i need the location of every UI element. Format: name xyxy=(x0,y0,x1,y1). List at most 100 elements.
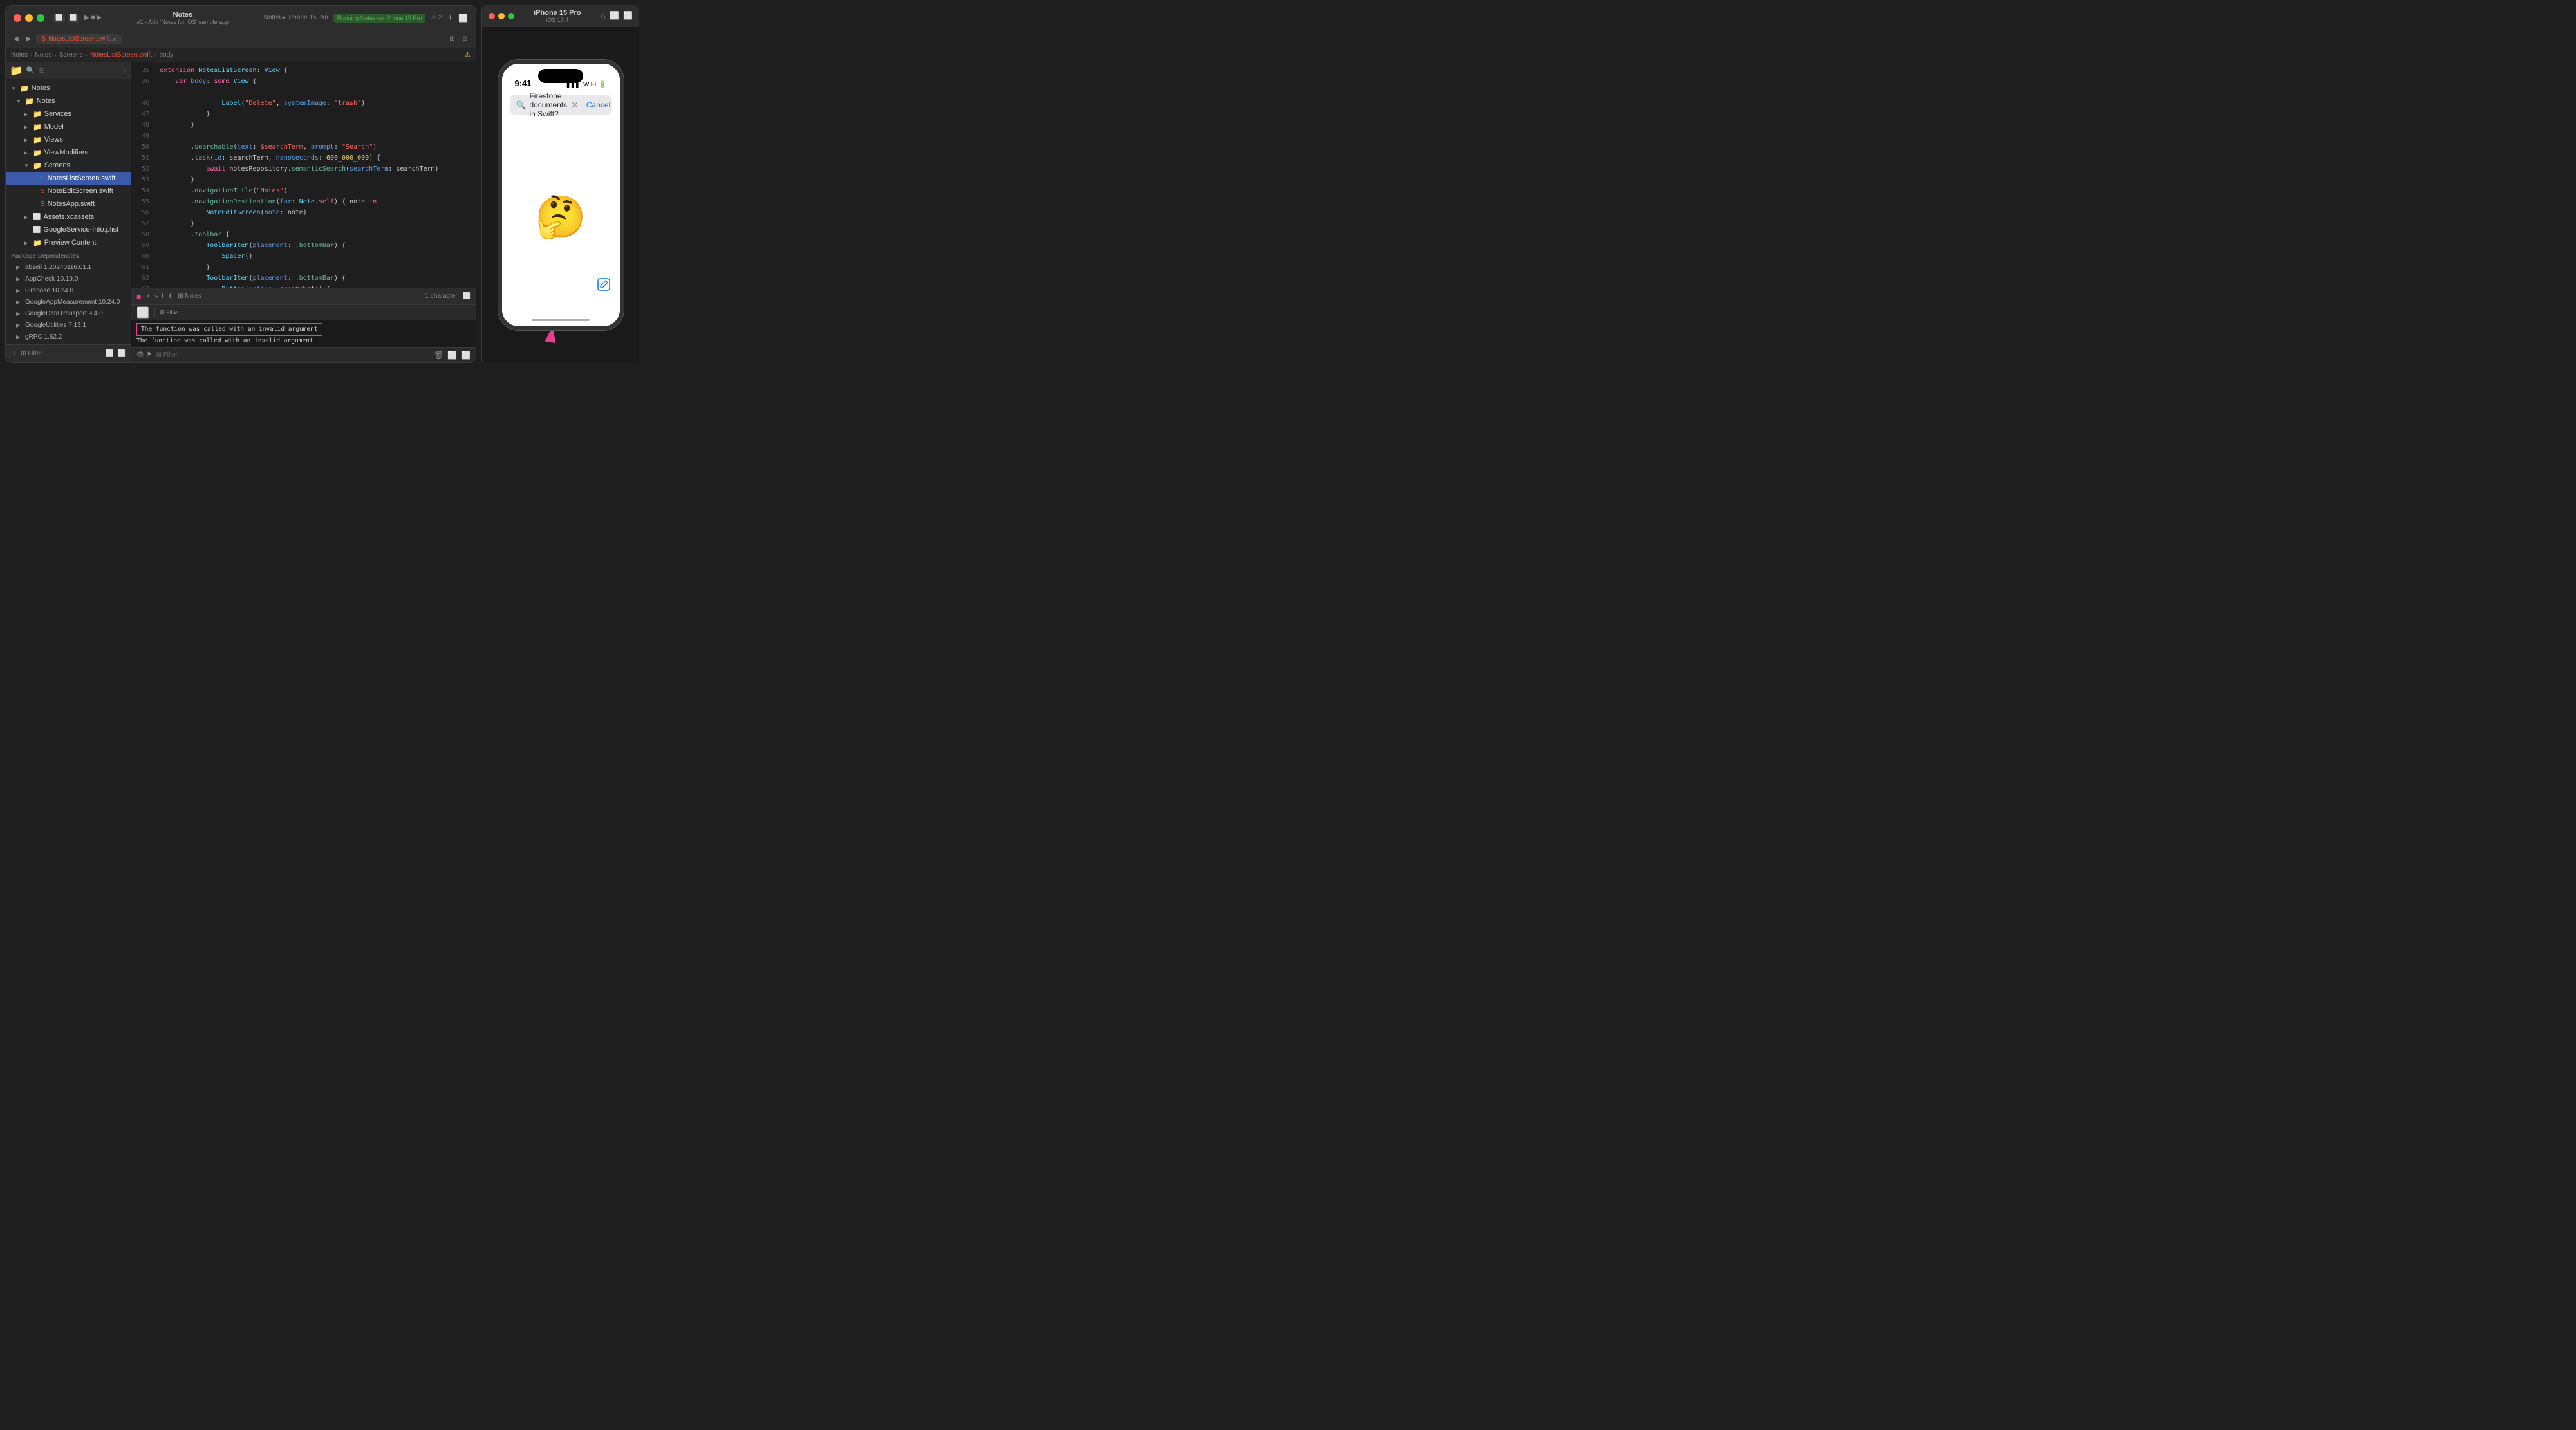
search-field-text[interactable]: Firestone documents in Swift? xyxy=(529,91,567,118)
battery-icon: 🔋 xyxy=(599,81,606,88)
pkg-google-dt[interactable]: ▶GoogleDataTransport 9.4.0 xyxy=(6,308,131,319)
pkg-google-meas[interactable]: ▶GoogleAppMeasurement 10.24.0 xyxy=(6,296,131,308)
pkg-grpc[interactable]: ▶gRPC 1.62.2 xyxy=(6,331,131,342)
viewmodifiers-icon: 📁 xyxy=(33,149,42,157)
screens-label: Screens xyxy=(44,162,70,169)
views-item[interactable]: ▶ 📁 Views xyxy=(6,133,131,146)
preview-content-item[interactable]: ▶ 📁 Preview Content xyxy=(6,236,131,249)
pkg-google-util[interactable]: ▶GoogleUtilities 7.13.1 xyxy=(6,319,131,331)
code-editor: 3536464748495051525354555657585960616263… xyxy=(131,62,476,362)
simulator-panel: iPhone 15 Pro iOS 17.4 ⌂ ⬜ ⬜ xyxy=(481,5,639,363)
main-content: 📁 🔍 ⊞ + ▼ 📁 Notes ▼ 📁 Notes xyxy=(6,62,476,362)
notes-list-label: NotesListScreen.swift xyxy=(48,174,116,182)
code-text[interactable]: extension NotesListScreen: View { var bo… xyxy=(154,62,476,288)
tab-close[interactable]: × xyxy=(113,36,116,42)
pkg-abseil[interactable]: ▶abseil 1.20240116.01.1 xyxy=(6,261,131,273)
fullscreen-button[interactable] xyxy=(37,14,44,22)
clear-console[interactable]: ⬜ xyxy=(136,306,149,319)
char-count: 1 character xyxy=(425,293,458,300)
preview-label: Preview Content xyxy=(44,239,97,246)
scheme-selector[interactable]: Notes ▸ iPhone 15 Pro xyxy=(264,14,328,21)
add-item-button[interactable]: + xyxy=(11,348,17,360)
back-button[interactable]: ◀ xyxy=(11,34,21,44)
filter-input-label: ⊞ Filter xyxy=(156,351,177,358)
pkg-firebase[interactable]: ▶Firebase 10.24.0 xyxy=(6,284,131,296)
search-clear-button[interactable]: ✕ xyxy=(571,100,579,111)
views-icon: 📁 xyxy=(33,136,42,144)
jump-bar-controls[interactable]: ⊞ xyxy=(460,34,471,44)
lock-icon[interactable]: ⬜ xyxy=(610,11,619,21)
layout-toggle[interactable]: ⬜ xyxy=(458,14,468,23)
swift-icon-note-edit: S xyxy=(41,188,45,195)
window-subtitle: #1 - Add 'Notes for iOS' sample app xyxy=(137,19,229,25)
rotate-icon[interactable]: ⬜ xyxy=(623,11,633,21)
notes-list-screen-file[interactable]: ▶ S NotesListScreen.swift xyxy=(6,172,131,185)
debug-error-line-2: The function was called with an invalid … xyxy=(136,336,471,346)
split-view[interactable]: ⬜ xyxy=(447,351,457,360)
model-item[interactable]: ▶ 📁 Model xyxy=(6,120,131,133)
add-file-icon[interactable]: + xyxy=(122,66,127,76)
error-count: ⬜ xyxy=(118,350,126,357)
plist-item[interactable]: ▶ ⬜ GoogleService-Info.plist xyxy=(6,223,131,236)
note-edit-screen-file[interactable]: ▶ S NoteEditScreen.swift xyxy=(6,185,131,198)
forward-button[interactable]: ▶ xyxy=(24,34,34,44)
search-cancel-button[interactable]: Cancel xyxy=(586,100,610,109)
services-label: Services xyxy=(44,110,71,118)
step-into[interactable]: ⬇ xyxy=(160,293,165,300)
screens-item[interactable]: ▼ 📁 Screens xyxy=(6,159,131,172)
add-button[interactable]: + xyxy=(447,12,453,24)
editor-controls[interactable]: ⊞ xyxy=(447,34,457,44)
filter-toggle[interactable]: ⊞ Filter xyxy=(21,350,42,357)
file-tree: ▼ 📁 Notes ▼ 📁 Notes ▶ 📁 Services xyxy=(6,79,131,344)
pkg-appcheck[interactable]: ▶AppCheck 10.19.0 xyxy=(6,273,131,284)
plist-icon: ⬜ xyxy=(33,227,41,234)
filter-console[interactable]: ⊞ Filter xyxy=(160,309,179,316)
iphone-main-content: 🤔 xyxy=(502,120,620,313)
wifi-icon: WiFi xyxy=(583,81,596,88)
notes-app-label: NotesApp.swift xyxy=(48,200,95,208)
services-item[interactable]: ▶ 📁 Services xyxy=(6,107,131,120)
packages-header: Package Dependencies xyxy=(6,249,131,261)
warning-count: ⬜ xyxy=(106,350,113,357)
step-out[interactable]: ⬆ xyxy=(168,293,173,300)
navigator-toolbar: 📁 🔍 ⊞ + xyxy=(6,62,131,79)
assets-label: Assets.xcassets xyxy=(43,213,94,221)
assets-item[interactable]: ▶ ⬜ Assets.xcassets xyxy=(6,210,131,223)
compose-button[interactable] xyxy=(597,277,611,295)
console-toggle[interactable]: ⬜ xyxy=(463,293,471,300)
home-bar xyxy=(532,319,590,321)
model-label: Model xyxy=(44,123,64,131)
notes-app-file[interactable]: ▶ S NotesApp.swift xyxy=(6,198,131,210)
pause-button[interactable]: ⏸ xyxy=(146,293,149,300)
home-icon[interactable]: ⌂ xyxy=(601,11,606,21)
search-icon[interactable]: 🔍 xyxy=(26,66,35,75)
console-view-toggle[interactable]: 👁 ⚑ xyxy=(136,351,152,358)
close-button[interactable] xyxy=(14,14,21,22)
run-status: Running Notes on iPhone 15 Pro xyxy=(333,14,426,23)
screens-icon: 📁 xyxy=(33,162,42,170)
warning-indicator[interactable]: ⚠ xyxy=(465,51,471,59)
root-label: Notes xyxy=(32,84,50,92)
trash-icon[interactable]: 🗑 xyxy=(434,351,443,360)
console-close[interactable]: ⬜ xyxy=(461,351,471,360)
sim-close-button[interactable] xyxy=(489,13,495,19)
viewmodifiers-item[interactable]: ▶ 📁 ViewModifiers xyxy=(6,146,131,159)
active-tab[interactable]: S NotesListScreen.swift × xyxy=(36,34,121,44)
notes-folder-item[interactable]: ▼ 📁 Notes xyxy=(6,95,131,107)
root-notes-item[interactable]: ▼ 📁 Notes xyxy=(6,82,131,95)
sidebar-toggle[interactable]: ⬜ xyxy=(53,14,65,23)
note-edit-label: NoteEditScreen.swift xyxy=(48,187,113,195)
services-icon: 📁 xyxy=(33,110,42,118)
canvas-toggle[interactable]: ⬜ xyxy=(68,14,79,23)
iphone-search-bar[interactable]: 🔍 Firestone documents in Swift? ✕ Cancel xyxy=(510,95,612,115)
sim-fullscreen-button[interactable] xyxy=(508,13,514,19)
minimize-button[interactable] xyxy=(25,14,33,22)
folder-icon: 📁 xyxy=(10,64,23,77)
sim-minimize-button[interactable] xyxy=(498,13,505,19)
search-magnifier-icon: 🔍 xyxy=(516,100,526,109)
plist-label: GoogleService-Info.plist xyxy=(43,226,118,234)
step-over[interactable]: ⤷ xyxy=(154,293,158,300)
filter-icon[interactable]: ⊞ xyxy=(39,66,45,75)
notes-folder-icon: 📁 xyxy=(25,97,34,106)
code-container[interactable]: 3536464748495051525354555657585960616263… xyxy=(131,62,476,288)
